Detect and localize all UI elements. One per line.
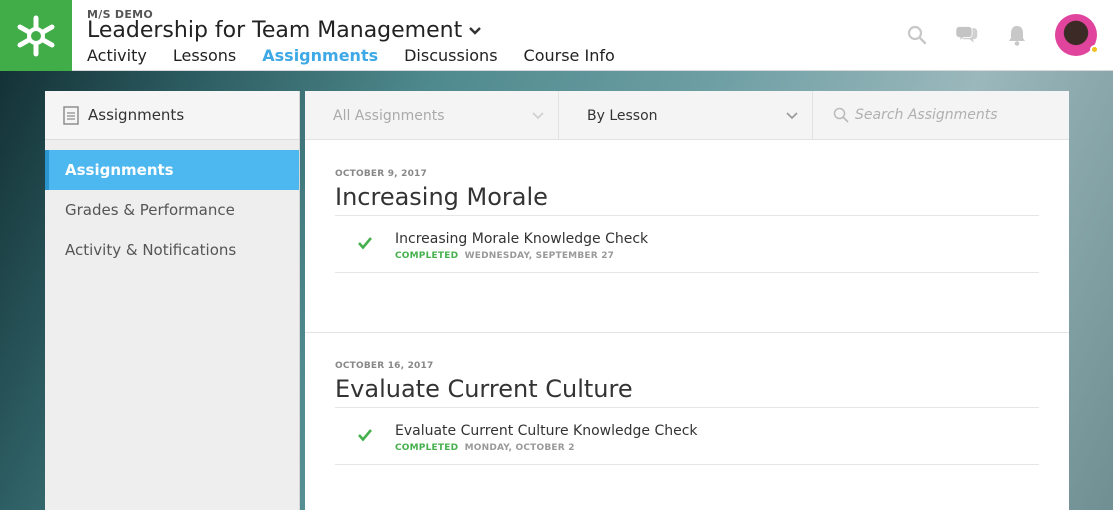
logo[interactable] [0, 0, 72, 71]
course-title: Leadership for Team Management [87, 18, 463, 43]
search-button[interactable] [905, 23, 929, 47]
group-by-value: By Lesson [587, 107, 658, 124]
assignment-status: COMPLETED WEDNESDAY, SEPTEMBER 27 [395, 251, 648, 261]
presence-indicator [1090, 45, 1099, 54]
sidebar-title: Assignments [88, 106, 185, 124]
assignments-panel: All Assignments By Lesson Search Assignm… [305, 91, 1069, 510]
lesson-title: Increasing Morale [335, 183, 1039, 216]
chevron-down-icon [532, 111, 544, 119]
bell-icon [1009, 26, 1025, 46]
chevron-down-icon [786, 111, 798, 119]
lesson-group: OCTOBER 16, 2017 Evaluate Current Cultur… [335, 361, 1039, 465]
nav-course-info[interactable]: Course Info [524, 46, 615, 65]
assignment-name: Evaluate Current Culture Knowledge Check [395, 423, 698, 439]
lesson-date: OCTOBER 9, 2017 [335, 169, 427, 179]
sidebar-item-grades[interactable]: Grades & Performance [45, 190, 299, 230]
nav-activity[interactable]: Activity [87, 46, 147, 65]
filter-bar: All Assignments By Lesson Search Assignm… [305, 91, 1069, 140]
status-completed: COMPLETED [395, 251, 459, 261]
assignment-row[interactable]: Increasing Morale Knowledge Check COMPLE… [335, 216, 1039, 273]
sidebar: Assignments Assignments Grades & Perform… [45, 91, 300, 510]
status-completed: COMPLETED [395, 443, 459, 453]
avatar[interactable] [1055, 14, 1099, 56]
assignment-row[interactable]: Evaluate Current Culture Knowledge Check… [335, 408, 1039, 465]
chevron-down-icon [469, 26, 482, 35]
search-placeholder: Search Assignments [855, 107, 998, 123]
nav-assignments[interactable]: Assignments [262, 46, 378, 65]
completed-date: WEDNESDAY, SEPTEMBER 27 [464, 251, 615, 261]
chat-icon [955, 26, 978, 43]
document-icon [63, 105, 79, 125]
course-selector[interactable]: Leadership for Team Management [87, 18, 482, 43]
lesson-group: OCTOBER 9, 2017 Increasing Morale Increa… [335, 169, 1039, 273]
assignment-filter-value: All Assignments [333, 107, 445, 124]
group-by-select[interactable]: By Lesson [559, 91, 813, 140]
nav-discussions[interactable]: Discussions [404, 46, 497, 65]
assignment-status: COMPLETED MONDAY, OCTOBER 2 [395, 443, 698, 453]
top-bar: M/S DEMO Leadership for Team Management … [0, 0, 1113, 71]
lesson-date: OCTOBER 16, 2017 [335, 361, 434, 371]
nav-lessons[interactable]: Lessons [173, 46, 236, 65]
notifications-button[interactable] [1005, 23, 1029, 47]
search-assignments-input[interactable]: Search Assignments [813, 91, 1069, 139]
assignment-filter-select[interactable]: All Assignments [305, 91, 559, 140]
section-divider [305, 332, 1069, 333]
search-icon [833, 107, 849, 123]
assignment-name: Increasing Morale Knowledge Check [395, 231, 649, 247]
lesson-title: Evaluate Current Culture [335, 375, 1039, 408]
sidebar-item-activity[interactable]: Activity & Notifications [45, 230, 299, 270]
course-nav: Activity Lessons Assignments Discussions… [87, 46, 641, 65]
header-actions [905, 14, 1099, 56]
messages-button[interactable] [955, 23, 979, 47]
completed-date: MONDAY, OCTOBER 2 [464, 443, 575, 453]
sidebar-header: Assignments [45, 91, 299, 140]
star-logo-icon [17, 15, 55, 56]
sidebar-item-assignments[interactable]: Assignments [45, 150, 299, 190]
check-icon [335, 408, 395, 464]
search-icon [907, 25, 927, 45]
check-icon [335, 216, 395, 272]
